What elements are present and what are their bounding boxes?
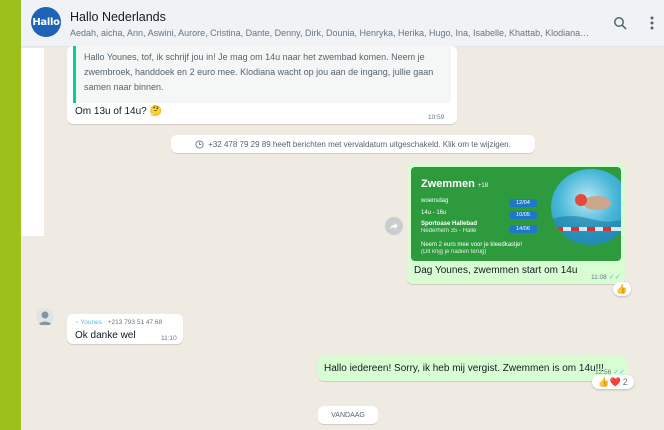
sender-avatar[interactable] <box>36 308 54 326</box>
search-icon[interactable] <box>611 14 629 32</box>
message-bubble-outgoing[interactable]: Hallo iedereen! Sorry, ik heb mij vergis… <box>318 356 628 381</box>
message-time: 10:59 <box>428 114 445 121</box>
message-time: 11:10 <box>161 335 177 342</box>
group-name[interactable]: Hallo Nederlands <box>70 10 166 24</box>
image-caption: Dag Younes, zwemmen start om 14u <box>414 265 578 276</box>
swimming-photo <box>551 169 621 245</box>
more-vertical-icon[interactable] <box>643 14 661 32</box>
message-bubble-reply[interactable]: Hallo Younes, tof, ik schrijf jou in! Je… <box>67 46 457 124</box>
swimming-poster-image[interactable]: Zwemmen +18 woensdag 14u - 16u Sportoase… <box>411 167 621 261</box>
image-message[interactable]: Zwemmen +18 woensdag 14u - 16u Sportoase… <box>407 163 625 284</box>
reaction-badge[interactable]: 👍 <box>613 282 631 296</box>
quoted-message[interactable]: Hallo Younes, tof, ik schrijf jou in! Je… <box>73 46 451 103</box>
message-bubble-incoming[interactable]: ~ Younes +213 793 51 47 68 Ok danke wel … <box>67 314 183 344</box>
reaction-count: 2 <box>622 377 628 387</box>
poster-note: Neem 2 euro mee voor je kleedkastje! <box>421 242 523 248</box>
day-divider: VANDAAG <box>318 406 378 424</box>
message-text: Hallo iedereen! Sorry, ik heb mij vergis… <box>324 363 604 374</box>
poster-time: 14u - 16u <box>421 210 447 216</box>
chat-window: Hallo Hallo Nederlands Aedah, aicha, Ann… <box>21 0 664 430</box>
group-avatar-logo: Hallo <box>32 16 60 28</box>
system-notice-text: +32 478 79 29 89 heeft berichten met ver… <box>208 139 511 149</box>
poster-date-pill: 14/06 <box>509 225 537 233</box>
message-time: 11:08 ✓✓ <box>591 274 621 281</box>
poster-address: Nederhem 35 - Halle <box>421 228 477 234</box>
read-receipt-icon: ✓✓ <box>608 274 621 281</box>
chat-header[interactable]: Hallo Hallo Nederlands Aedah, aicha, Ann… <box>21 0 664 47</box>
poster-date-pill: 12/04 <box>509 199 537 207</box>
message-text: Ok danke wel <box>75 330 136 341</box>
outer-frame <box>0 0 21 430</box>
timer-icon <box>195 139 204 149</box>
group-avatar[interactable]: Hallo <box>31 7 61 37</box>
poster-place: Sportoase Hallebad <box>421 221 478 227</box>
system-notice[interactable]: +32 478 79 29 89 heeft berichten met ver… <box>171 135 535 153</box>
background-panel <box>21 48 44 236</box>
poster-title: Zwemmen +18 <box>421 178 489 190</box>
sender-name: ~ Younes <box>75 319 102 326</box>
poster-day: woensdag <box>421 198 449 204</box>
sender-label[interactable]: ~ Younes +213 793 51 47 68 <box>75 319 162 326</box>
forward-icon[interactable] <box>385 217 403 235</box>
poster-note: (Dit krijg je nadien terug) <box>421 249 487 255</box>
sender-phone: +213 793 51 47 68 <box>107 319 163 326</box>
reaction-badge[interactable]: 👍❤️ 2 <box>592 375 634 389</box>
poster-date-pill: 10/05 <box>509 211 537 219</box>
reaction-emojis: 👍❤️ <box>598 376 621 387</box>
message-text: Om 13u of 14u? 🤔 <box>75 106 162 117</box>
group-members[interactable]: Aedah, aicha, Ann, Aswini, Aurore, Crist… <box>70 28 590 39</box>
